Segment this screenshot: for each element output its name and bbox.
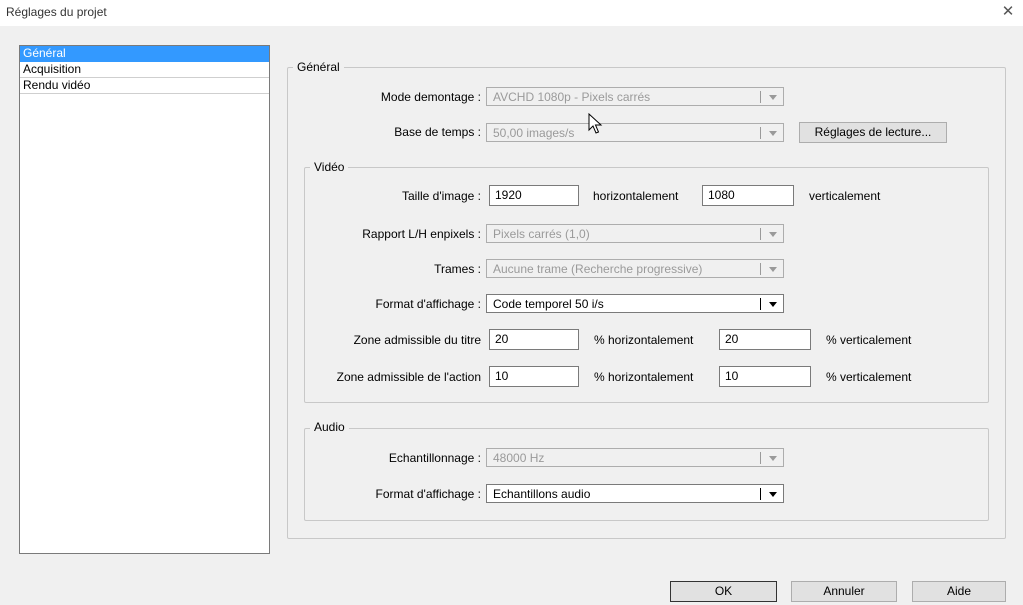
timebase-label: Base de temps : xyxy=(394,125,481,139)
action-safe-label: Zone admissible de l'action xyxy=(336,370,481,384)
title-safe-horizontal-input[interactable]: 20 xyxy=(489,329,579,350)
combo-separator xyxy=(760,452,761,464)
combo-separator xyxy=(760,228,761,240)
cancel-button[interactable]: Annuler xyxy=(791,581,897,602)
playback-settings-button[interactable]: Réglages de lecture... xyxy=(799,122,947,143)
chevron-down-icon xyxy=(769,267,777,272)
sample-rate-value: 48000 Hz xyxy=(493,451,545,465)
title-safe-horizontal-unit: % horizontalement xyxy=(594,333,694,347)
settings-category-list: Général Acquisition Rendu vidéo xyxy=(19,45,270,554)
frame-size-label: Taille d'image : xyxy=(402,189,481,203)
combo-separator xyxy=(760,263,761,275)
audio-display-format-value: Echantillons audio xyxy=(493,487,591,501)
display-format-select[interactable]: Code temporel 50 i/s xyxy=(486,294,784,313)
fields-select: Aucune trame (Recherche progressive) xyxy=(486,259,784,278)
audio-display-format-select[interactable]: Echantillons audio xyxy=(486,484,784,503)
chevron-down-icon xyxy=(769,131,777,136)
action-safe-horizontal-input[interactable]: 10 xyxy=(489,366,579,387)
sidebar-item-general[interactable]: Général xyxy=(20,46,269,62)
timebase-select: 50,00 images/s xyxy=(486,123,784,142)
frame-height-input[interactable]: 1080 xyxy=(702,185,794,206)
title-bar: Réglages du projet ✕ xyxy=(0,0,1023,26)
sample-rate-label: Echantillonnage : xyxy=(388,451,481,465)
frame-height-unit-label: verticalement xyxy=(809,189,881,203)
sidebar-item-capture[interactable]: Acquisition xyxy=(20,62,269,78)
pixel-ratio-label: Rapport L/H enpixels : xyxy=(362,227,481,241)
frame-width-input[interactable]: 1920 xyxy=(489,185,579,206)
title-safe-label: Zone admissible du titre xyxy=(353,333,481,347)
display-format-value: Code temporel 50 i/s xyxy=(493,297,604,311)
action-safe-vertical-unit: % verticalement xyxy=(826,370,912,384)
editing-mode-label: Mode demontage : xyxy=(380,90,481,104)
fields-label: Trames : xyxy=(434,262,481,276)
sample-rate-select: 48000 Hz xyxy=(486,448,784,467)
audio-display-format-label: Format d'affichage : xyxy=(375,487,481,501)
chevron-down-icon xyxy=(769,95,777,100)
close-icon[interactable]: ✕ xyxy=(999,3,1017,21)
audio-group xyxy=(304,428,989,521)
pixel-ratio-select: Pixels carrés (1,0) xyxy=(486,224,784,243)
display-format-label: Format d'affichage : xyxy=(375,297,481,311)
combo-separator xyxy=(760,91,761,103)
ok-button[interactable]: OK xyxy=(670,581,777,602)
audio-group-legend: Audio xyxy=(310,420,349,434)
combo-separator xyxy=(760,488,761,500)
chevron-down-icon xyxy=(769,302,777,307)
chevron-down-icon xyxy=(769,232,777,237)
action-safe-horizontal-unit: % horizontalement xyxy=(594,370,694,384)
pixel-ratio-value: Pixels carrés (1,0) xyxy=(493,227,590,241)
sidebar-item-video-rendering[interactable]: Rendu vidéo xyxy=(20,78,269,94)
video-group-legend: Vidéo xyxy=(310,160,349,174)
frame-width-unit-label: horizontalement xyxy=(593,189,679,203)
combo-separator xyxy=(760,127,761,139)
help-button[interactable]: Aide xyxy=(912,581,1006,602)
window-title: Réglages du projet xyxy=(6,5,107,19)
action-safe-vertical-input[interactable]: 10 xyxy=(719,366,811,387)
combo-separator xyxy=(760,298,761,310)
chevron-down-icon xyxy=(769,456,777,461)
general-group-legend: Général xyxy=(293,60,344,74)
title-safe-vertical-unit: % verticalement xyxy=(826,333,912,347)
title-safe-vertical-input[interactable]: 20 xyxy=(719,329,811,350)
mouse-cursor-icon xyxy=(588,113,603,134)
editing-mode-value: AVCHD 1080p - Pixels carrés xyxy=(493,90,651,104)
timebase-value: 50,00 images/s xyxy=(493,126,575,140)
fields-value: Aucune trame (Recherche progressive) xyxy=(493,262,703,276)
editing-mode-select: AVCHD 1080p - Pixels carrés xyxy=(486,87,784,106)
chevron-down-icon xyxy=(769,492,777,497)
